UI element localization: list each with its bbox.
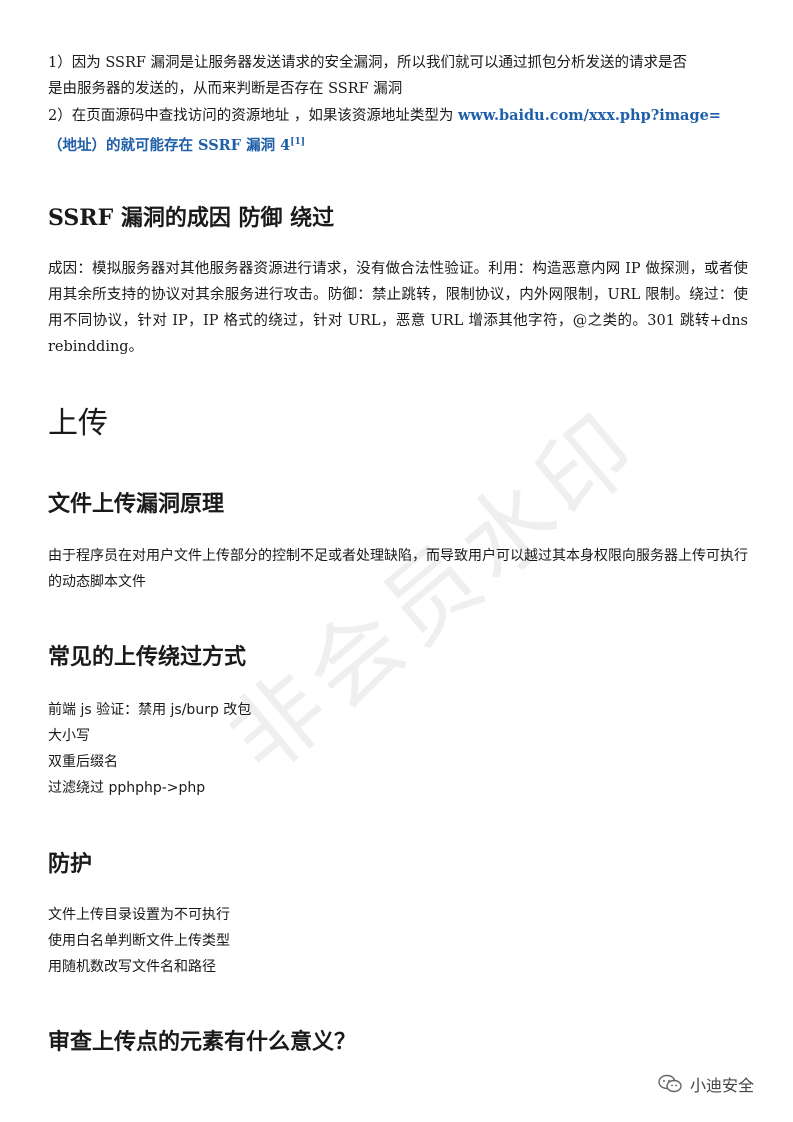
list-item-protect: 文件上传目录设置为不可执行 [48, 907, 230, 923]
paragraph-ssrf-detect-2b-text: （地址）的就可能存在 SSRF 漏洞 4 [48, 137, 291, 154]
paragraph-upload-principle: 由于程序员在对用户文件上传部分的控制不足或者处理缺陷，而导致用户可以越过其本身权… [48, 548, 748, 590]
list-item-protect: 用随机数改写文件名和路径 [48, 959, 216, 975]
wechat-icon [658, 1074, 682, 1093]
list-item-bypass: 大小写 [48, 728, 90, 744]
heading-protect: 防护 [48, 851, 93, 877]
paragraph-ssrf-detect-2: 2）在页面源码中查找访问的资源地址 ，如果该资源地址类型为 www.baidu.… [48, 106, 721, 126]
list-item-protect: 使用白名单判断文件上传类型 [48, 933, 230, 949]
paragraph-ssrf-detect-2b: （地址）的就可能存在 SSRF 漏洞 4[1] [48, 132, 305, 156]
list-item-bypass: 前端 js 验证：禁用 js/burp 改包 [48, 702, 252, 718]
paragraph-ssrf-detect-2-text: 2）在页面源码中查找访问的资源地址 ，如果该资源地址类型为 [48, 108, 458, 124]
paragraph-ssrf: 成因：模拟服务器对其他服务器资源进行请求，没有做合法性验证。利用：构造恶意内网 … [48, 261, 748, 355]
list-item-bypass: 过滤绕过 pphphp->php [48, 780, 206, 796]
heading-upload-principle: 文件上传漏洞原理 [48, 491, 225, 517]
brand-name: 小迪安全 [690, 1076, 755, 1095]
heading-upload-bypass: 常见的上传绕过方式 [48, 644, 247, 670]
paragraph-ssrf-detect-1: 1）因为 SSRF 漏洞是让服务器发送请求的安全漏洞，所以我们就可以通过抓包分析… [48, 55, 688, 71]
paragraph-ssrf-detect-1b: 是由服务器的发送的，从而来判断是否存在 SSRF 漏洞 [48, 81, 403, 97]
example-url-link[interactable]: www.baidu.com/xxx.php?image= [458, 107, 721, 124]
list-item-bypass: 双重后缀名 [48, 754, 118, 770]
heading-upload-question: 审查上传点的元素有什么意义？ [48, 1029, 357, 1055]
heading-ssrf: SSRF 漏洞的成因 防御 绕过 [48, 205, 335, 231]
heading-upload: 上传 [48, 406, 108, 441]
brand-logo: 小迪安全 [658, 1072, 754, 1096]
footnote-ref[interactable]: [1] [290, 137, 305, 147]
